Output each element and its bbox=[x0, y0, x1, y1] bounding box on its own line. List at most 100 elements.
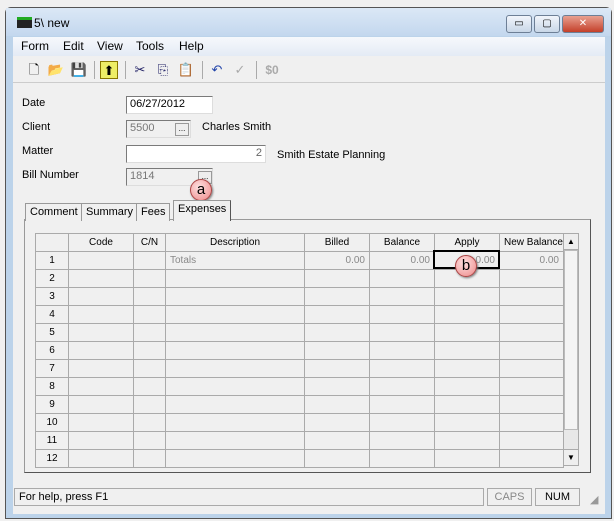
undo-icon[interactable]: ↶ bbox=[208, 61, 226, 79]
balance-cell[interactable] bbox=[369, 341, 435, 360]
client-lookup-button[interactable]: ... bbox=[175, 123, 189, 136]
minimize-button[interactable]: ▭ bbox=[506, 15, 532, 33]
scroll-up-arrow-icon[interactable]: ▲ bbox=[564, 234, 578, 250]
apply-cell[interactable] bbox=[434, 413, 500, 432]
billed-cell[interactable] bbox=[304, 341, 370, 360]
desc-cell[interactable] bbox=[165, 377, 305, 396]
column-header[interactable]: Code bbox=[68, 233, 134, 252]
cn-cell[interactable] bbox=[133, 431, 166, 450]
balance-cell[interactable] bbox=[369, 269, 435, 288]
new_balance-cell[interactable] bbox=[499, 431, 564, 450]
new_balance-cell[interactable]: 0.00 bbox=[499, 251, 564, 270]
close-button[interactable]: ✕ bbox=[562, 15, 604, 33]
column-header[interactable]: Balance bbox=[369, 233, 435, 252]
apply-cell[interactable] bbox=[434, 323, 500, 342]
menu-help[interactable]: Help bbox=[179, 39, 204, 53]
apply-cell[interactable] bbox=[434, 431, 500, 450]
spellcheck-icon[interactable]: ✓ bbox=[231, 61, 249, 79]
balance-cell[interactable] bbox=[369, 395, 435, 414]
cn-cell[interactable] bbox=[133, 359, 166, 378]
scroll-thumb[interactable] bbox=[564, 250, 578, 430]
cn-cell[interactable] bbox=[133, 269, 166, 288]
code-cell[interactable] bbox=[68, 305, 134, 324]
desc-cell[interactable] bbox=[165, 287, 305, 306]
balance-cell[interactable] bbox=[369, 287, 435, 306]
cn-cell[interactable] bbox=[133, 251, 166, 270]
maximize-button[interactable]: ▢ bbox=[534, 15, 560, 33]
code-cell[interactable] bbox=[68, 449, 134, 468]
billed-cell[interactable] bbox=[304, 359, 370, 378]
new_balance-cell[interactable] bbox=[499, 449, 564, 468]
dollar-icon[interactable]: $0 bbox=[262, 61, 282, 79]
open-icon[interactable]: 📂 bbox=[47, 61, 65, 79]
column-header[interactable]: Description bbox=[165, 233, 305, 252]
menu-form[interactable]: Form bbox=[21, 39, 49, 53]
billed-cell[interactable]: 0.00 bbox=[304, 251, 370, 270]
code-cell[interactable] bbox=[68, 269, 134, 288]
new_balance-cell[interactable] bbox=[499, 395, 564, 414]
cn-cell[interactable] bbox=[133, 395, 166, 414]
column-header[interactable]: New Balance bbox=[499, 233, 564, 252]
desc-cell[interactable] bbox=[165, 269, 305, 288]
apply-cell[interactable] bbox=[434, 359, 500, 378]
billed-cell[interactable] bbox=[304, 377, 370, 396]
column-header[interactable]: C/N bbox=[133, 233, 166, 252]
menu-view[interactable]: View bbox=[97, 39, 123, 53]
column-header[interactable]: Apply bbox=[434, 233, 500, 252]
cn-cell[interactable] bbox=[133, 341, 166, 360]
apply-cell[interactable] bbox=[434, 377, 500, 396]
grid-scrollbar[interactable]: ▲ ▼ bbox=[563, 233, 579, 466]
apply-cell[interactable] bbox=[434, 305, 500, 324]
new_balance-cell[interactable] bbox=[499, 341, 564, 360]
balance-cell[interactable] bbox=[369, 377, 435, 396]
balance-cell[interactable] bbox=[369, 359, 435, 378]
tab-expenses[interactable]: Expenses bbox=[173, 200, 232, 221]
column-header[interactable] bbox=[35, 233, 69, 252]
code-cell[interactable] bbox=[68, 341, 134, 360]
save-icon[interactable]: 💾 bbox=[70, 61, 88, 79]
copy-icon[interactable]: ⎘ bbox=[154, 61, 172, 79]
apply-cell[interactable] bbox=[434, 341, 500, 360]
code-cell[interactable] bbox=[68, 287, 134, 306]
desc-cell[interactable]: Totals bbox=[165, 251, 305, 270]
billed-cell[interactable] bbox=[304, 305, 370, 324]
balance-cell[interactable] bbox=[369, 413, 435, 432]
column-header[interactable]: Billed bbox=[304, 233, 370, 252]
desc-cell[interactable] bbox=[165, 395, 305, 414]
up-folder-icon[interactable]: ⬆ bbox=[100, 61, 118, 79]
code-cell[interactable] bbox=[68, 323, 134, 342]
resize-grip-icon[interactable]: ◢ bbox=[590, 493, 598, 506]
tab-comment[interactable]: Comment bbox=[25, 203, 83, 221]
date-input[interactable]: 06/27/2012 bbox=[126, 96, 213, 114]
billed-cell[interactable] bbox=[304, 287, 370, 306]
code-cell[interactable] bbox=[68, 413, 134, 432]
new_balance-cell[interactable] bbox=[499, 413, 564, 432]
billed-cell[interactable] bbox=[304, 269, 370, 288]
tab-fees[interactable]: Fees bbox=[136, 203, 171, 221]
scroll-down-arrow-icon[interactable]: ▼ bbox=[564, 449, 578, 465]
cn-cell[interactable] bbox=[133, 323, 166, 342]
code-cell[interactable] bbox=[68, 251, 134, 270]
desc-cell[interactable] bbox=[165, 341, 305, 360]
billed-cell[interactable] bbox=[304, 431, 370, 450]
balance-cell[interactable]: 0.00 bbox=[369, 251, 435, 270]
code-cell[interactable] bbox=[68, 359, 134, 378]
billed-cell[interactable] bbox=[304, 449, 370, 468]
cn-cell[interactable] bbox=[133, 377, 166, 396]
cn-cell[interactable] bbox=[133, 287, 166, 306]
balance-cell[interactable] bbox=[369, 323, 435, 342]
paste-icon[interactable]: 📋 bbox=[177, 61, 195, 79]
cut-icon[interactable]: ✂ bbox=[131, 61, 149, 79]
billed-cell[interactable] bbox=[304, 413, 370, 432]
menu-tools[interactable]: Tools bbox=[136, 39, 164, 53]
desc-cell[interactable] bbox=[165, 431, 305, 450]
desc-cell[interactable] bbox=[165, 449, 305, 468]
code-cell[interactable] bbox=[68, 377, 134, 396]
desc-cell[interactable] bbox=[165, 413, 305, 432]
new_balance-cell[interactable] bbox=[499, 323, 564, 342]
desc-cell[interactable] bbox=[165, 305, 305, 324]
apply-cell[interactable] bbox=[434, 395, 500, 414]
new_balance-cell[interactable] bbox=[499, 305, 564, 324]
cn-cell[interactable] bbox=[133, 305, 166, 324]
apply-cell[interactable] bbox=[434, 449, 500, 468]
